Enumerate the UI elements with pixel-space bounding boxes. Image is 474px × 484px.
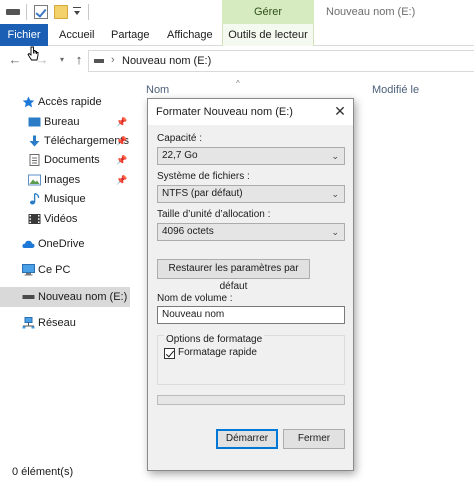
breadcrumb[interactable]: Nouveau nom (E:) [122, 55, 211, 67]
separator [26, 4, 27, 20]
sidebar-item-documents[interactable]: Documents 📌 [0, 150, 130, 170]
format-options-group: Options de formatage Formatage rapide [157, 334, 345, 385]
sidebar-item-ce-pc[interactable]: Ce PC [0, 260, 130, 280]
window-title: Nouveau nom (E:) [326, 6, 416, 18]
sidebar-item-videos[interactable]: Vidéos [0, 209, 130, 229]
chevron-down-icon: ⌄ [331, 189, 339, 199]
videos-icon [28, 214, 41, 224]
sidebar-item-bureau[interactable]: Bureau 📌 [0, 112, 130, 132]
close-button[interactable]: Fermer [283, 429, 345, 449]
chevron-down-icon: ⌄ [331, 227, 339, 237]
new-folder-icon[interactable] [54, 5, 68, 19]
recent-locations-icon[interactable]: ▾ [55, 53, 69, 67]
address-box[interactable]: › Nouveau nom (E:) [88, 50, 474, 72]
sidebar-item-telechargements[interactable]: Téléchargements 📌 [0, 131, 130, 151]
sidebar-item-images[interactable]: Images 📌 [0, 170, 130, 190]
customize-toolbar-icon[interactable] [73, 7, 81, 17]
close-icon[interactable]: ✕ [332, 103, 348, 119]
dialog-title: Formater Nouveau nom (E:) [156, 106, 293, 118]
format-progress-bar [157, 395, 345, 405]
computer-icon [22, 264, 35, 276]
separator [88, 4, 89, 20]
sidebar-item-label: Vidéos [44, 213, 78, 225]
pin-icon[interactable]: 📌 [116, 131, 127, 151]
up-arrow-icon[interactable]: ↑ [72, 53, 86, 67]
properties-icon[interactable] [34, 5, 48, 19]
tab-outils-de-lecteur[interactable]: Outils de lecteur [222, 24, 314, 46]
sidebar-item-label: Documents [44, 154, 100, 166]
capacity-select[interactable]: 22,7 Go ⌄ [157, 147, 345, 165]
sort-indicator-icon: ^ [236, 79, 240, 88]
allocation-label: Taille d’unité d’allocation : [157, 209, 271, 220]
chevron-down-icon: ⌄ [331, 151, 339, 161]
allocation-select[interactable]: 4096 octets ⌄ [157, 223, 345, 241]
download-icon [29, 135, 40, 147]
tab-accueil[interactable]: Accueil [53, 24, 100, 46]
title-bar: Gérer Nouveau nom (E:) [0, 0, 474, 24]
sidebar-item-label: Musique [44, 193, 86, 205]
sidebar-item-label: Bureau [44, 116, 80, 128]
format-options-title: Options de formatage [164, 334, 265, 345]
sidebar-item-acces-rapide[interactable]: Accès rapide [0, 92, 130, 112]
sidebar-item-label: Ce PC [38, 264, 71, 276]
pin-icon[interactable]: 📌 [116, 112, 127, 132]
sidebar-item-label: Réseau [38, 317, 76, 329]
volume-label: Nom de volume : [157, 293, 233, 304]
sidebar-item-label: Nouveau nom (E:) [38, 291, 128, 303]
tab-fichier[interactable]: Fichier [0, 24, 48, 46]
context-group-label: Gérer [222, 0, 314, 24]
format-dialog: Formater Nouveau nom (E:) ✕ Capacité : 2… [147, 98, 354, 471]
documents-icon [29, 154, 40, 166]
capacity-label: Capacité : [157, 133, 203, 144]
sidebar-item-nouveau-nom[interactable]: Nouveau nom (E:) [0, 287, 130, 307]
tab-affichage[interactable]: Affichage [161, 24, 219, 46]
music-icon [30, 193, 40, 205]
capacity-value: 22,7 Go [162, 150, 198, 161]
quick-format-checkbox[interactable] [164, 348, 175, 359]
filesystem-value: NTFS (par défaut) [162, 188, 243, 199]
filesystem-label: Système de fichiers : [157, 171, 250, 182]
back-arrow-icon[interactable]: ← [8, 53, 22, 67]
star-icon [22, 96, 35, 108]
sidebar-item-label: Images [44, 174, 81, 186]
network-icon [22, 317, 35, 329]
volume-name-field[interactable]: Nouveau nom [157, 306, 345, 324]
sidebar-item-reseau[interactable]: Réseau [0, 313, 130, 333]
sidebar-item-label: Accès rapide [38, 96, 102, 108]
address-bar-row: ← → ▾ ↑ › Nouveau nom (E:) [0, 46, 474, 76]
quick-format-label[interactable]: Formatage rapide [178, 347, 257, 358]
desktop-icon [28, 117, 41, 127]
hand-cursor-icon [27, 46, 39, 61]
restore-defaults-button[interactable]: Restaurer les paramètres par défaut [157, 259, 310, 292]
sidebar-item-musique[interactable]: Musique [0, 189, 130, 209]
drive-icon [94, 59, 104, 63]
breadcrumb-chevron-icon[interactable]: › [111, 54, 115, 66]
dialog-title-bar: Formater Nouveau nom (E:) ✕ [148, 99, 353, 125]
tab-partage[interactable]: Partage [105, 24, 156, 46]
column-header-name[interactable]: Nom [146, 84, 169, 96]
pin-icon[interactable]: 📌 [116, 170, 127, 190]
start-button[interactable]: Démarrer [216, 429, 278, 449]
status-item-count: 0 élément(s) [12, 466, 74, 478]
cloud-icon [22, 240, 35, 248]
images-icon [28, 174, 41, 186]
column-header-modified[interactable]: Modifié le [372, 84, 419, 96]
allocation-value: 4096 octets [162, 226, 214, 237]
filesystem-select[interactable]: NTFS (par défaut) ⌄ [157, 185, 345, 203]
drive-icon[interactable] [6, 9, 20, 15]
drive-icon [22, 295, 35, 299]
ribbon-tabs: Fichier Accueil Partage Affichage Outils… [0, 24, 474, 46]
sidebar-item-onedrive[interactable]: OneDrive [0, 234, 130, 254]
pin-icon[interactable]: 📌 [116, 150, 127, 170]
sidebar-item-label: OneDrive [38, 238, 85, 250]
